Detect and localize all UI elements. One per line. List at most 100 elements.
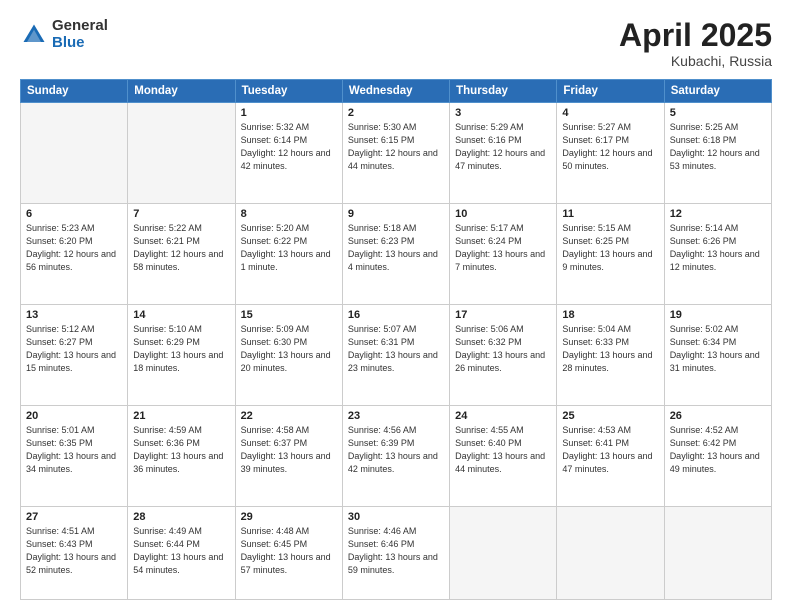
title-month: April 2025 xyxy=(619,18,772,53)
day-number: 3 xyxy=(455,107,551,119)
day-cell: 24Sunrise: 4:55 AM Sunset: 6:40 PM Dayli… xyxy=(450,406,557,507)
day-number: 4 xyxy=(562,107,658,119)
week-row-4: 20 Sunrise: 5:01 AM Sunset: 6:35 PM Dayli… xyxy=(21,406,772,507)
day-info: Sunrise: 5:29 AM Sunset: 6:16 PM Dayligh… xyxy=(455,121,551,173)
day-info: Sunrise: 5:10 AM Sunset: 6:29 PM Dayligh… xyxy=(133,323,229,375)
day-cell: 5 Sunrise: 5:25 AM Sunset: 6:18 PM Daylig… xyxy=(664,103,771,204)
day-cell: 28Sunrise: 4:49 AM Sunset: 6:44 PM Dayli… xyxy=(128,507,235,600)
day-info: Sunrise: 5:15 AM Sunset: 6:25 PM Dayligh… xyxy=(562,222,658,274)
col-saturday: Saturday xyxy=(664,80,771,103)
day-cell: 30 Sunrise: 4:46 AM Sunset: 6:46 PM Dayli… xyxy=(342,507,449,600)
day-number: 1 xyxy=(241,107,337,119)
day-number: 30 xyxy=(348,511,444,523)
day-info: Sunrise: 5:02 AM Sunset: 6:34 PM Dayligh… xyxy=(670,323,766,375)
day-info: Sunrise: 5:12 AM Sunset: 6:27 PM Dayligh… xyxy=(26,323,122,375)
day-info: Sunrise: 4:52 AM Sunset: 6:42 PM Dayligh… xyxy=(670,424,766,476)
day-info: Sunrise: 5:04 AM Sunset: 6:33 PM Dayligh… xyxy=(562,323,658,375)
day-cell: 27Sunrise: 4:51 AM Sunset: 6:43 PM Dayli… xyxy=(21,507,128,600)
day-info: Sunrise: 5:25 AM Sunset: 6:18 PM Dayligh… xyxy=(670,121,766,173)
day-info: Sunrise: 5:06 AM Sunset: 6:32 PM Dayligh… xyxy=(455,323,551,375)
day-cell: 11Sunrise: 5:15 AM Sunset: 6:25 PM Dayli… xyxy=(557,204,664,305)
day-cell: 15 Sunrise: 5:09 AM Sunset: 6:30 PM Dayli… xyxy=(235,305,342,406)
day-cell: 25Sunrise: 4:53 AM Sunset: 6:41 PM Dayli… xyxy=(557,406,664,507)
col-sunday: Sunday xyxy=(21,80,128,103)
day-info: Sunrise: 4:46 AM Sunset: 6:46 PM Dayligh… xyxy=(348,525,444,577)
day-cell: 6 Sunrise: 5:23 AM Sunset: 6:20 PM Daylig… xyxy=(21,204,128,305)
day-number: 6 xyxy=(26,208,122,220)
day-cell: 12 Sunrise: 5:14 AM Sunset: 6:26 PM Dayli… xyxy=(664,204,771,305)
logo-icon xyxy=(20,21,48,49)
week-row-2: 6 Sunrise: 5:23 AM Sunset: 6:20 PM Daylig… xyxy=(21,204,772,305)
day-cell: 8 Sunrise: 5:20 AM Sunset: 6:22 PM Daylig… xyxy=(235,204,342,305)
day-info: Sunrise: 5:07 AM Sunset: 6:31 PM Dayligh… xyxy=(348,323,444,375)
day-info: Sunrise: 4:48 AM Sunset: 6:45 PM Dayligh… xyxy=(241,525,337,577)
day-info: Sunrise: 4:56 AM Sunset: 6:39 PM Dayligh… xyxy=(348,424,444,476)
day-cell: 13Sunrise: 5:12 AM Sunset: 6:27 PM Dayli… xyxy=(21,305,128,406)
day-cell: 9Sunrise: 5:18 AM Sunset: 6:23 PM Daylig… xyxy=(342,204,449,305)
day-cell: 19 Sunrise: 5:02 AM Sunset: 6:34 PM Dayli… xyxy=(664,305,771,406)
day-cell: 16Sunrise: 5:07 AM Sunset: 6:31 PM Dayli… xyxy=(342,305,449,406)
day-cell: 26 Sunrise: 4:52 AM Sunset: 6:42 PM Dayli… xyxy=(664,406,771,507)
day-number: 21 xyxy=(133,410,229,422)
day-number: 26 xyxy=(670,410,766,422)
day-info: Sunrise: 4:49 AM Sunset: 6:44 PM Dayligh… xyxy=(133,525,229,577)
day-cell: 29 Sunrise: 4:48 AM Sunset: 6:45 PM Dayli… xyxy=(235,507,342,600)
day-cell xyxy=(557,507,664,600)
day-number: 10 xyxy=(455,208,551,220)
week-row-3: 13Sunrise: 5:12 AM Sunset: 6:27 PM Dayli… xyxy=(21,305,772,406)
col-tuesday: Tuesday xyxy=(235,80,342,103)
day-number: 14 xyxy=(133,309,229,321)
day-number: 12 xyxy=(670,208,766,220)
day-number: 20 xyxy=(26,410,122,422)
day-info: Sunrise: 4:59 AM Sunset: 6:36 PM Dayligh… xyxy=(133,424,229,476)
day-cell xyxy=(664,507,771,600)
day-number: 7 xyxy=(133,208,229,220)
header: General Blue April 2025 Kubachi, Russia xyxy=(20,18,772,69)
day-number: 23 xyxy=(348,410,444,422)
day-cell: 1 Sunrise: 5:32 AM Sunset: 6:14 PM Daylig… xyxy=(235,103,342,204)
day-number: 29 xyxy=(241,511,337,523)
day-number: 5 xyxy=(670,107,766,119)
day-info: Sunrise: 5:22 AM Sunset: 6:21 PM Dayligh… xyxy=(133,222,229,274)
day-cell: 17 Sunrise: 5:06 AM Sunset: 6:32 PM Dayli… xyxy=(450,305,557,406)
day-info: Sunrise: 5:17 AM Sunset: 6:24 PM Dayligh… xyxy=(455,222,551,274)
logo: General Blue xyxy=(20,18,108,51)
day-cell: 10 Sunrise: 5:17 AM Sunset: 6:24 PM Dayli… xyxy=(450,204,557,305)
day-info: Sunrise: 5:14 AM Sunset: 6:26 PM Dayligh… xyxy=(670,222,766,274)
day-cell: 21 Sunrise: 4:59 AM Sunset: 6:36 PM Dayli… xyxy=(128,406,235,507)
day-number: 8 xyxy=(241,208,337,220)
day-info: Sunrise: 5:01 AM Sunset: 6:35 PM Dayligh… xyxy=(26,424,122,476)
day-info: Sunrise: 4:58 AM Sunset: 6:37 PM Dayligh… xyxy=(241,424,337,476)
day-number: 9 xyxy=(348,208,444,220)
day-number: 17 xyxy=(455,309,551,321)
day-cell: 4 Sunrise: 5:27 AM Sunset: 6:17 PM Daylig… xyxy=(557,103,664,204)
title-block: April 2025 Kubachi, Russia xyxy=(619,18,772,69)
logo-text: General Blue xyxy=(52,18,108,51)
day-cell: 2Sunrise: 5:30 AM Sunset: 6:15 PM Daylig… xyxy=(342,103,449,204)
day-cell xyxy=(21,103,128,204)
day-cell: 7 Sunrise: 5:22 AM Sunset: 6:21 PM Daylig… xyxy=(128,204,235,305)
col-thursday: Thursday xyxy=(450,80,557,103)
day-info: Sunrise: 5:09 AM Sunset: 6:30 PM Dayligh… xyxy=(241,323,337,375)
logo-blue: Blue xyxy=(52,34,85,51)
logo-general: General xyxy=(52,17,108,34)
day-cell: 22 Sunrise: 4:58 AM Sunset: 6:37 PM Dayli… xyxy=(235,406,342,507)
day-info: Sunrise: 4:53 AM Sunset: 6:41 PM Dayligh… xyxy=(562,424,658,476)
day-info: Sunrise: 5:20 AM Sunset: 6:22 PM Dayligh… xyxy=(241,222,337,274)
col-wednesday: Wednesday xyxy=(342,80,449,103)
col-friday: Friday xyxy=(557,80,664,103)
header-row: Sunday Monday Tuesday Wednesday Thursday… xyxy=(21,80,772,103)
day-info: Sunrise: 5:32 AM Sunset: 6:14 PM Dayligh… xyxy=(241,121,337,173)
day-info: Sunrise: 4:55 AM Sunset: 6:40 PM Dayligh… xyxy=(455,424,551,476)
day-info: Sunrise: 5:23 AM Sunset: 6:20 PM Dayligh… xyxy=(26,222,122,274)
day-number: 19 xyxy=(670,309,766,321)
week-row-1: 1 Sunrise: 5:32 AM Sunset: 6:14 PM Daylig… xyxy=(21,103,772,204)
day-cell: 23 Sunrise: 4:56 AM Sunset: 6:39 PM Dayli… xyxy=(342,406,449,507)
day-cell: 3 Sunrise: 5:29 AM Sunset: 6:16 PM Daylig… xyxy=(450,103,557,204)
page: General Blue April 2025 Kubachi, Russia … xyxy=(0,0,792,612)
calendar-table: Sunday Monday Tuesday Wednesday Thursday… xyxy=(20,79,772,600)
day-number: 22 xyxy=(241,410,337,422)
week-row-5: 27Sunrise: 4:51 AM Sunset: 6:43 PM Dayli… xyxy=(21,507,772,600)
day-number: 15 xyxy=(241,309,337,321)
day-info: Sunrise: 5:27 AM Sunset: 6:17 PM Dayligh… xyxy=(562,121,658,173)
